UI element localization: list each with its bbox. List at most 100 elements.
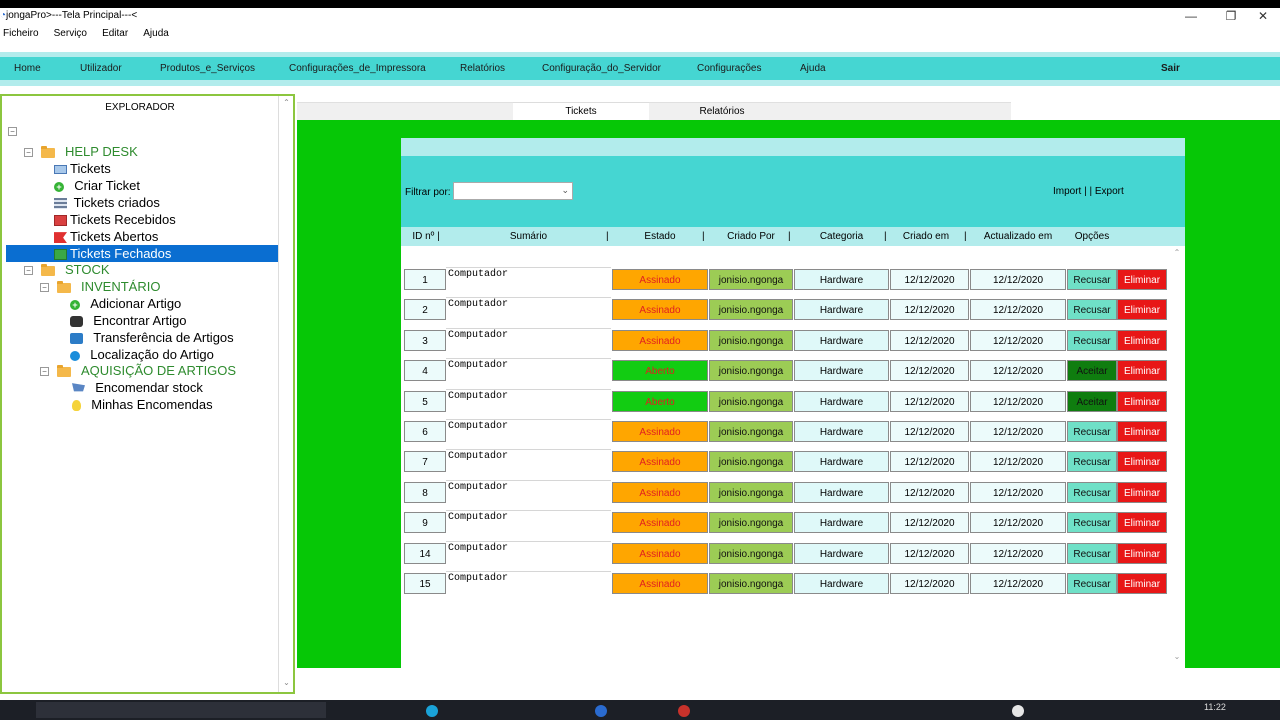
nav-relatorios[interactable]: Relatórios bbox=[460, 57, 505, 80]
scroll-up-icon[interactable]: ⌃ bbox=[1169, 248, 1185, 257]
menu-ficheiro[interactable]: Ficheiro bbox=[3, 26, 39, 42]
table-row[interactable]: 1 Computador Assinado jonisio.ngonga Hardwar… bbox=[401, 267, 1169, 297]
folder-icon bbox=[41, 145, 55, 158]
nav-configuracoes-impressora[interactable]: Configurações_de_Impressora bbox=[289, 57, 426, 80]
cell-criado-em: 12/12/2020 bbox=[890, 329, 969, 351]
import-link[interactable]: Import | bbox=[1053, 186, 1087, 197]
table-row[interactable]: 4 Computador Aberto jonisio.ngonga Hardware 1… bbox=[401, 358, 1169, 389]
cell-categoria: Hardware bbox=[794, 512, 889, 534]
tree-item-adicionar-artigo[interactable]: + Adicionar Artigo bbox=[70, 295, 181, 312]
eliminar-button[interactable]: Eliminar bbox=[1117, 481, 1167, 503]
eliminar-button[interactable]: Eliminar bbox=[1117, 299, 1167, 321]
explorer-scrollbar[interactable]: ⌃ ⌄ bbox=[278, 96, 293, 692]
nav-utilizador[interactable]: Utilizador bbox=[80, 57, 122, 80]
nav-ajuda[interactable]: Ajuda bbox=[800, 57, 826, 80]
edge-icon[interactable] bbox=[426, 705, 438, 717]
taskbar-search[interactable] bbox=[36, 702, 326, 718]
tree-item-minhas-encomendas[interactable]: Minhas Encomendas bbox=[72, 396, 213, 413]
collapse-icon[interactable]: − bbox=[40, 367, 49, 377]
recusar-button[interactable]: Recusar bbox=[1067, 299, 1117, 321]
app-taskbar-icon[interactable] bbox=[1012, 705, 1024, 717]
cell-actualizado-em: 12/12/2020 bbox=[970, 512, 1066, 534]
recusar-button[interactable]: Recusar bbox=[1067, 573, 1117, 594]
header-id: ID nº | bbox=[412, 231, 440, 242]
tree-item-tickets-criados[interactable]: Tickets criados bbox=[54, 194, 160, 211]
eliminar-button[interactable]: Eliminar bbox=[1117, 512, 1167, 534]
tree-item-transferencia[interactable]: Transferência de Artigos bbox=[70, 329, 234, 346]
eliminar-button[interactable]: Eliminar bbox=[1117, 542, 1167, 564]
recusar-button[interactable]: Recusar bbox=[1067, 329, 1117, 351]
tree-item-tickets[interactable]: Tickets bbox=[54, 160, 111, 177]
table-row[interactable]: 6 Computador Assinado jonisio.ngonga Hardwar… bbox=[401, 419, 1169, 449]
collapse-icon[interactable]: − bbox=[40, 283, 49, 293]
header-separator: | bbox=[884, 231, 887, 242]
tree-node-stock[interactable]: − STOCK bbox=[24, 261, 110, 278]
menu-servico[interactable]: Serviço bbox=[54, 26, 87, 42]
recusar-button[interactable]: Recusar bbox=[1067, 512, 1117, 534]
cell-id: 2 bbox=[404, 299, 446, 321]
table-row[interactable]: 9 Computador Assinado jonisio.ngonga Hardwar… bbox=[401, 510, 1169, 541]
filter-select[interactable]: ⌄ bbox=[453, 182, 573, 200]
nav-configuracoes[interactable]: Configurações bbox=[697, 57, 761, 80]
menu-editar[interactable]: Editar bbox=[102, 26, 128, 42]
tree-item-encomendar[interactable]: Encomendar stock bbox=[72, 379, 203, 396]
scroll-up-icon[interactable]: ⌃ bbox=[279, 98, 294, 107]
table-row[interactable]: 2 Computador Assinado jonisio.ngonga Hardwar… bbox=[401, 297, 1169, 328]
tree-node-inventario[interactable]: − INVENTÁRIO bbox=[40, 278, 160, 295]
tree-item-criar-ticket[interactable]: + Criar Ticket bbox=[54, 177, 140, 194]
cell-actualizado-em: 12/12/2020 bbox=[970, 451, 1066, 473]
spacer bbox=[0, 86, 1280, 94]
eliminar-button[interactable]: Eliminar bbox=[1117, 573, 1167, 594]
tree-node-helpdesk[interactable]: − HELP DESK bbox=[24, 143, 138, 160]
status-badge: Aberto bbox=[612, 360, 708, 382]
nav-configuracao-servidor[interactable]: Configuração_do_Servidor bbox=[542, 57, 661, 80]
aceitar-button[interactable]: Aceitar bbox=[1067, 360, 1117, 382]
export-link[interactable]: | Export bbox=[1090, 186, 1124, 197]
recusar-button[interactable]: Recusar bbox=[1067, 451, 1117, 473]
eliminar-button[interactable]: Eliminar bbox=[1117, 390, 1167, 412]
tree-item-encontrar-artigo[interactable]: Encontrar Artigo bbox=[70, 312, 186, 329]
eliminar-button[interactable]: Eliminar bbox=[1117, 451, 1167, 473]
table-row[interactable]: 14 Computador Assinado jonisio.ngonga Hardwa… bbox=[401, 540, 1169, 571]
header-separator: | bbox=[964, 231, 967, 242]
table-row[interactable]: 7 Computador Assinado jonisio.ngonga Hardwar… bbox=[401, 449, 1169, 480]
table-scrollbar[interactable]: ⌃ ⌄ bbox=[1169, 246, 1185, 668]
tab-tickets[interactable]: Tickets bbox=[513, 102, 649, 120]
location-icon bbox=[70, 350, 80, 361]
table-row[interactable]: 15 Computador Assinado jonisio.ngonga Hardwa… bbox=[401, 571, 1169, 601]
eliminar-button[interactable]: Eliminar bbox=[1117, 329, 1167, 351]
recusar-button[interactable]: Recusar bbox=[1067, 481, 1117, 503]
cell-id: 6 bbox=[404, 421, 446, 442]
lightbulb-icon bbox=[72, 400, 81, 412]
tree-item-tickets-abertos[interactable]: Tickets Abertos bbox=[54, 228, 158, 245]
table-row[interactable]: 3 Computador Assinado jonisio.ngonga Hardwar… bbox=[401, 327, 1169, 358]
eliminar-button[interactable]: Eliminar bbox=[1117, 360, 1167, 382]
app-taskbar-icon[interactable] bbox=[595, 705, 607, 717]
nav-home[interactable]: Home bbox=[14, 57, 41, 80]
recusar-button[interactable]: Recusar bbox=[1067, 421, 1117, 442]
menu-ajuda[interactable]: Ajuda bbox=[143, 26, 169, 42]
tree-item-tickets-fechados[interactable]: Tickets Fechados bbox=[6, 245, 278, 262]
recusar-button[interactable]: Recusar bbox=[1067, 542, 1117, 564]
taskbar: 11:22 bbox=[0, 700, 1280, 720]
aceitar-button[interactable]: Aceitar bbox=[1067, 390, 1117, 412]
collapse-icon[interactable]: − bbox=[24, 266, 33, 276]
tree-item-localizacao[interactable]: Localização do Artigo bbox=[70, 346, 214, 363]
table-row[interactable]: 5 Computador Aberto jonisio.ngonga Hardware 1… bbox=[401, 388, 1169, 419]
app-taskbar-icon[interactable] bbox=[678, 705, 690, 717]
tree-node-aquisicao[interactable]: − AQUISIÇÃO DE ARTIGOS bbox=[40, 362, 236, 379]
tree-item-tickets-recebidos[interactable]: Tickets Recebidos bbox=[54, 211, 176, 228]
recusar-button[interactable]: Recusar bbox=[1067, 269, 1117, 290]
scroll-down-icon[interactable]: ⌄ bbox=[1169, 652, 1185, 661]
tab-relatorios[interactable]: Relatórios bbox=[649, 102, 795, 120]
close-button[interactable]: ✕ bbox=[1240, 8, 1280, 26]
table-header: ID nº | Sumário | Estado | Criado Por | … bbox=[401, 227, 1185, 246]
eliminar-button[interactable]: Eliminar bbox=[1117, 421, 1167, 442]
table-row[interactable]: 8 Computador Assinado jonisio.ngonga Hardwar… bbox=[401, 479, 1169, 510]
eliminar-button[interactable]: Eliminar bbox=[1117, 269, 1167, 290]
tree-root-toggle[interactable]: − bbox=[8, 122, 25, 139]
scroll-down-icon[interactable]: ⌄ bbox=[279, 678, 294, 687]
nav-sair[interactable]: Sair bbox=[1161, 57, 1180, 80]
collapse-icon[interactable]: − bbox=[24, 148, 33, 158]
nav-produtos-servicos[interactable]: Produtos_e_Serviços bbox=[160, 57, 255, 80]
